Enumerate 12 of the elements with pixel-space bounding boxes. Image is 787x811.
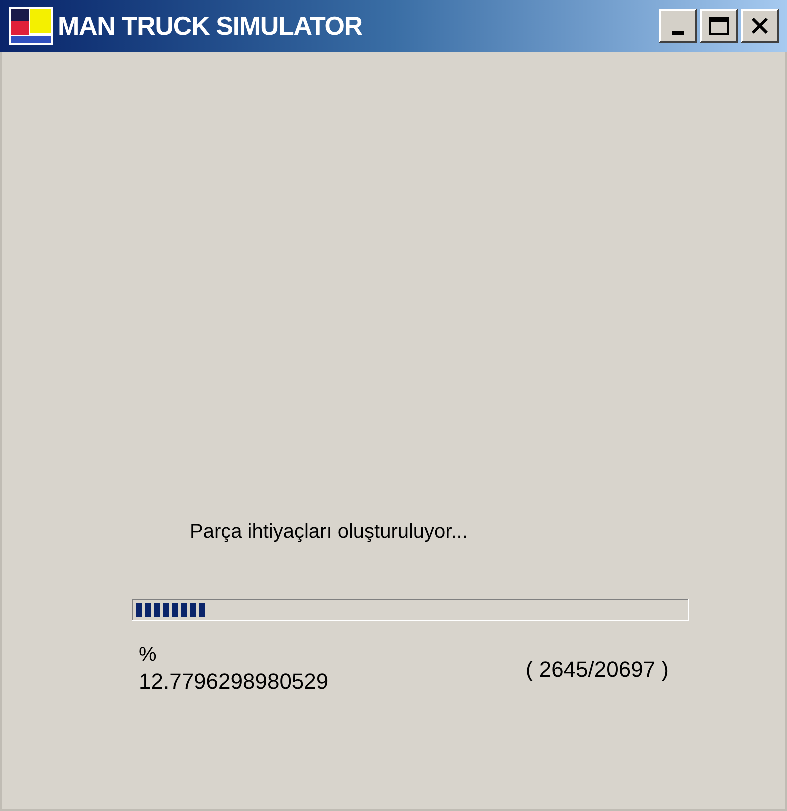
- app-icon: [8, 6, 54, 46]
- maximize-icon: [709, 17, 729, 35]
- minimize-icon: [672, 31, 684, 35]
- close-icon: [751, 17, 769, 35]
- status-text: Parça ihtiyaçları oluşturuluyor...: [190, 521, 468, 543]
- maximize-button[interactable]: [700, 9, 738, 43]
- percent-value: 12.7796298980529: [139, 668, 329, 696]
- minimize-button[interactable]: [659, 9, 697, 43]
- progress-count: ( 2645/20697 ): [526, 656, 669, 684]
- close-button[interactable]: [741, 9, 779, 43]
- percent-sign: %: [139, 643, 158, 668]
- window-title: MAN TRUCK SIMULATOR: [58, 10, 362, 42]
